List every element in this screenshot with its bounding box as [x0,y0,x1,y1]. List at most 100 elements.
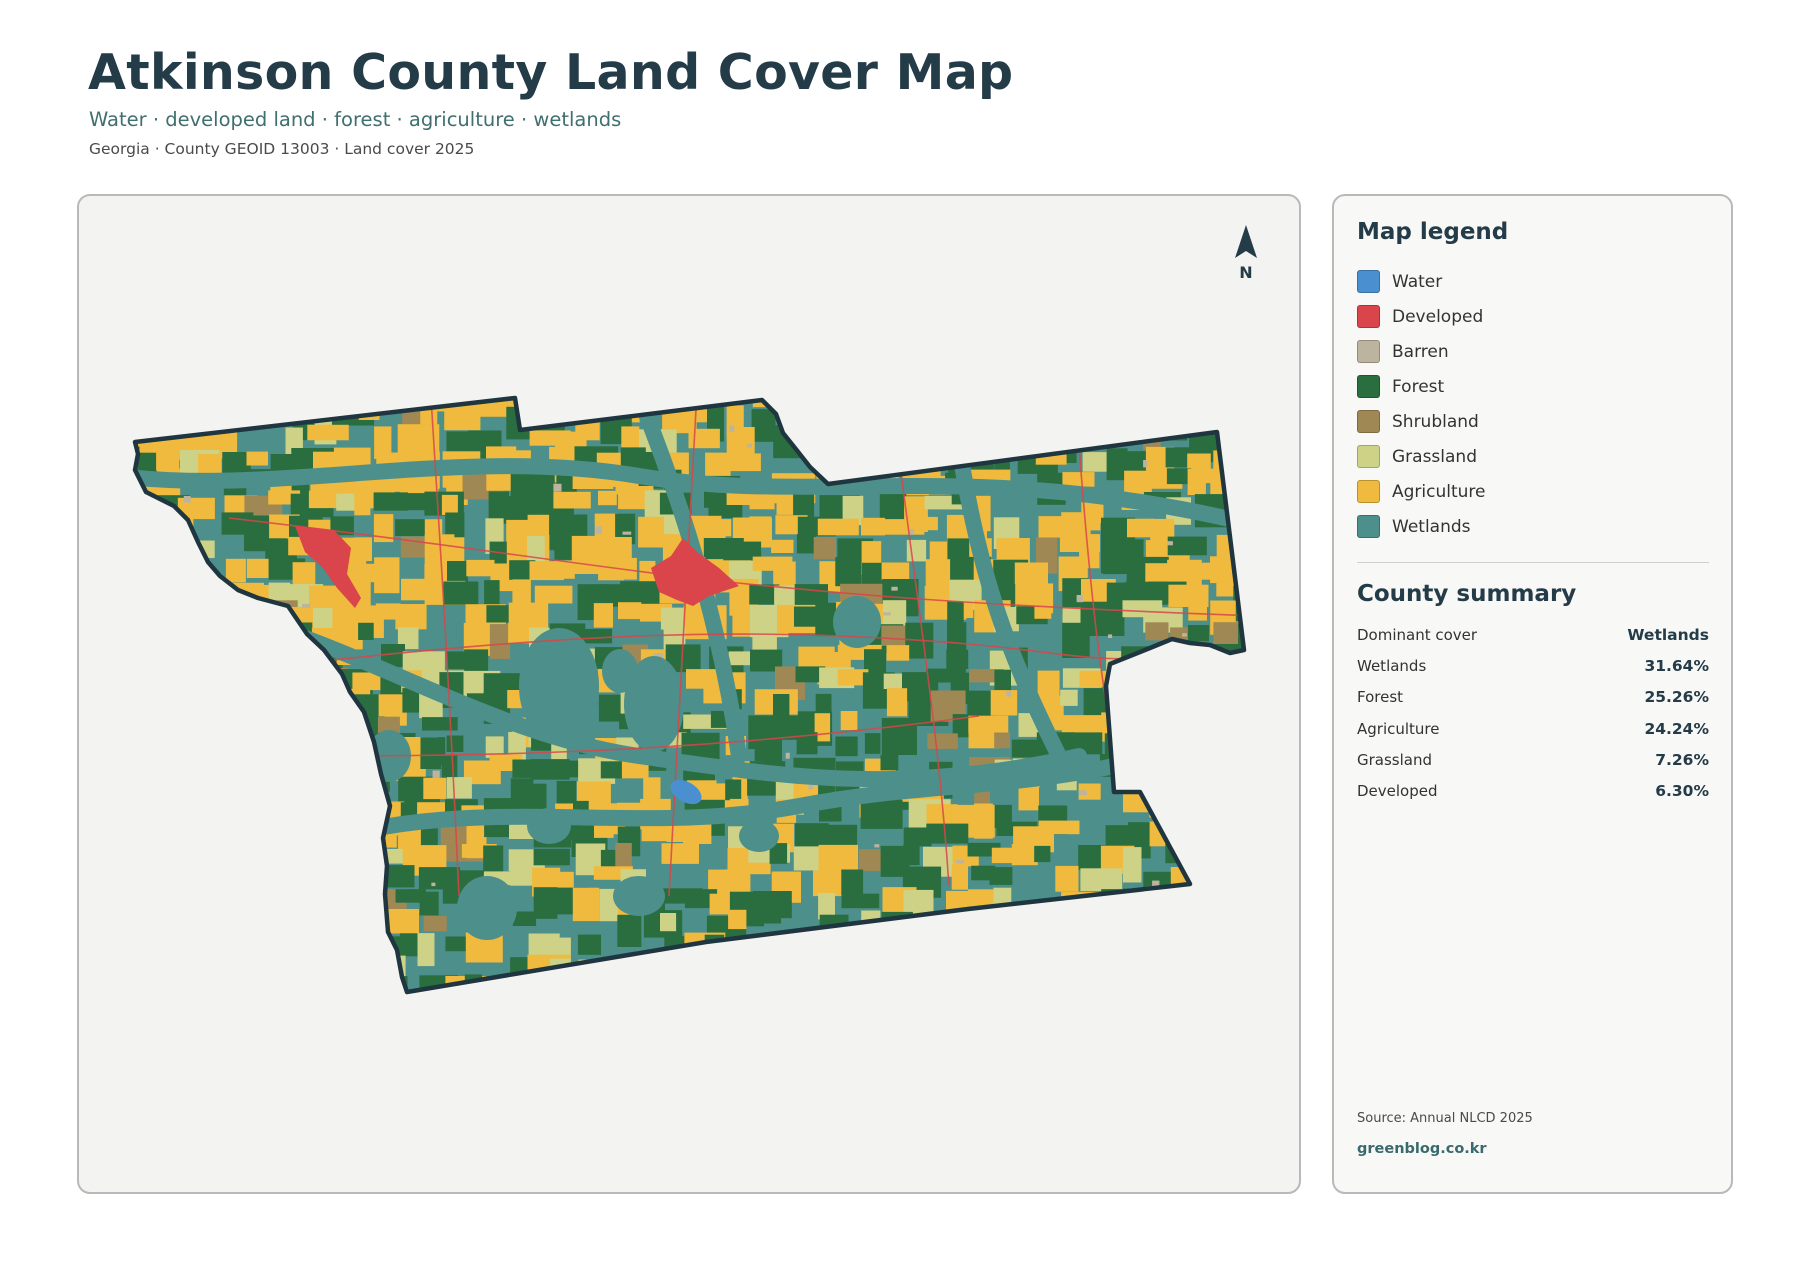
cover-patch [927,733,958,749]
cover-patch [285,398,310,422]
barren-patch [1182,633,1187,637]
cover-patch [1062,997,1104,1024]
cover-patch [840,711,858,731]
cover-patch [220,629,264,663]
barren-patch [918,960,929,967]
cover-patch [135,953,142,986]
cover-patch [1235,408,1244,425]
cover-patch [263,848,300,882]
cover-patch [710,361,740,384]
land-cover-map[interactable] [79,196,1301,1194]
cover-patch [989,867,1013,885]
cover-patch [422,717,458,731]
cover-patch [1210,844,1244,866]
cover-patch [1169,909,1196,935]
wetland-basin [457,876,517,940]
cover-patch [795,398,833,421]
cover-patch [1168,343,1187,357]
cover-patch [444,337,472,354]
cover-patch [661,398,697,405]
cover-patch [839,398,864,421]
cover-patch [818,431,855,468]
cover-patch [1061,428,1079,452]
cover-patch [1121,958,1152,992]
legend-list: Water Developed Barren Forest Shrubland … [1357,264,1486,544]
cover-patch [159,1018,197,1052]
cover-patch [838,406,866,440]
cover-patch [553,404,583,424]
summary-value: 25.26% [1644,688,1709,707]
cover-patch [841,893,880,909]
cover-patch [198,717,216,746]
cover-patch [1106,999,1127,1023]
cover-patch [706,338,725,372]
cover-patch [287,847,322,875]
cover-patch [686,365,710,397]
summary-label: Developed [1357,782,1438,801]
summary-value: 31.64% [1644,656,1709,675]
cover-patch [638,380,672,396]
cover-patch [512,338,535,354]
cover-patch [864,955,896,977]
site-link[interactable]: greenblog.co.kr [1357,1141,1487,1157]
cover-patch [992,342,1014,361]
cover-patch [307,909,338,926]
cover-patch [994,732,1011,749]
cover-patch [904,516,938,531]
cover-patch [175,398,205,399]
cover-patch [865,344,889,370]
cover-patch [952,405,971,422]
barren-patch [1143,460,1148,468]
cover-patch [1256,539,1290,558]
cover-patch [374,557,400,594]
cover-patch [908,398,927,412]
cover-patch [575,997,612,1024]
cover-patch [268,892,285,925]
cover-patch [469,1001,490,1022]
cover-patch [881,446,924,471]
cover-patch [1167,398,1184,402]
legend-item-grassland: Grassland [1357,439,1486,474]
cover-patch [1260,382,1283,396]
wetland-basin [739,820,779,852]
cover-patch [1039,930,1076,967]
cover-patch [353,800,387,820]
panel-divider [1357,562,1709,563]
cover-patch [266,402,288,418]
map-frame[interactable] [77,194,1301,1194]
cover-patch [135,777,148,805]
cover-patch [314,956,348,976]
cover-patch [111,936,129,951]
cover-patch [445,512,465,538]
cover-patch [159,579,185,605]
cover-patch [797,1020,839,1045]
cover-patch [179,622,198,643]
barren-patch [174,401,180,409]
cover-patch [991,1022,1010,1053]
barren-patch [785,752,790,759]
legend-label: Forest [1392,376,1445,397]
cover-patch [468,1021,495,1036]
cover-patch [835,557,862,587]
cover-patch [750,908,782,924]
legend-swatch-wetlands [1357,515,1380,538]
cover-patch [1016,952,1040,972]
cover-patch [575,1026,607,1058]
cover-patch [292,824,322,851]
barren-patch [747,443,752,448]
cover-patch [1214,761,1244,779]
cover-patch [245,930,268,944]
cover-patch [1255,337,1279,363]
cover-patch [420,340,450,374]
cover-patch [1209,1000,1229,1015]
wetland-basin [613,876,665,916]
summary-value: 7.26% [1655,750,1709,769]
cover-patch [446,735,464,752]
cover-patch [248,1023,290,1044]
summary-label: Wetlands [1357,656,1427,675]
cover-patch [200,761,232,798]
cover-patch [814,1019,837,1050]
cover-patch [330,1025,365,1051]
cover-patch [358,622,374,640]
cover-patch [1239,1022,1256,1045]
